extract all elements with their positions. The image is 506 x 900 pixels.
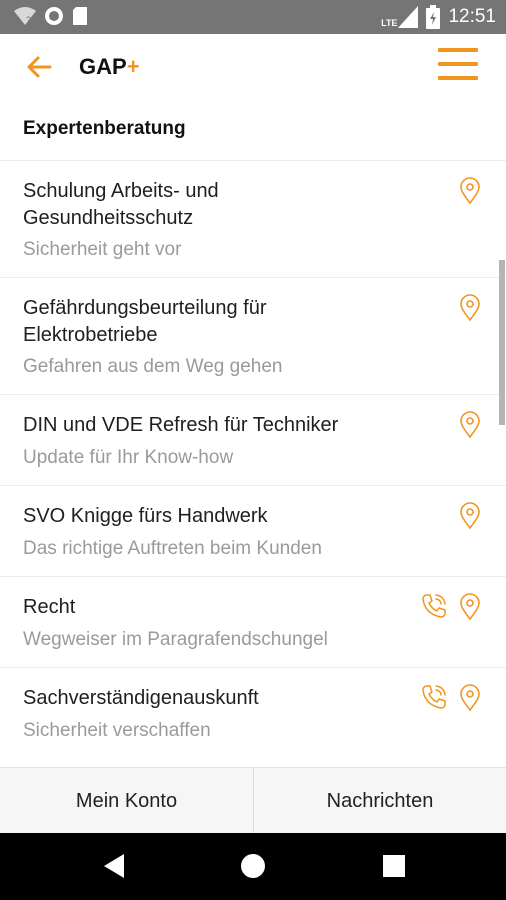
nav-home-icon[interactable]	[240, 853, 266, 879]
arrow-left-icon[interactable]	[22, 50, 56, 84]
system-nav-bar	[0, 833, 506, 900]
list-item[interactable]: DIN und VDE Refresh für Techniker Update…	[0, 394, 506, 486]
cell-signal-icon	[398, 6, 419, 28]
section-title: Expertenberatung	[23, 118, 186, 139]
item-title: Sachverständigenauskunft	[23, 687, 259, 709]
nav-recents-icon[interactable]	[383, 855, 405, 877]
location-pin-icon[interactable]	[459, 411, 481, 439]
bottom-bar: Mein Konto Nachrichten	[0, 767, 506, 834]
list-item[interactable]: Gefährdungsbeurteilung für Elektrobetrie…	[0, 277, 506, 395]
item-subtitle: Update für Ihr Know-how	[23, 447, 234, 468]
location-pin-icon[interactable]	[459, 684, 481, 712]
item-title: Recht	[23, 596, 76, 618]
location-pin-icon[interactable]	[459, 294, 481, 322]
list-item[interactable]: Sachverständigenauskunft Sicherheit vers…	[0, 667, 506, 759]
item-subtitle: Das richtige Auftreten beim Kunden	[23, 538, 322, 559]
hamburger-menu-icon[interactable]	[438, 48, 478, 84]
scrollbar[interactable]	[499, 260, 505, 425]
status-time: 12:51	[448, 6, 496, 27]
item-subtitle: Sicherheit geht vor	[23, 239, 182, 260]
messages-button[interactable]: Nachrichten	[254, 768, 506, 834]
location-pin-icon[interactable]	[459, 177, 481, 205]
phone-icon[interactable]	[420, 683, 448, 711]
nav-back-icon[interactable]	[102, 853, 126, 879]
status-bar: ? LTE 12:51	[0, 0, 506, 34]
item-title: SVO Knigge fürs Handwerk	[23, 505, 268, 527]
item-subtitle: Gefahren aus dem Weg gehen	[23, 356, 283, 377]
battery-icon	[426, 5, 441, 29]
item-title: Schulung Arbeits- und Gesundheitsschutz	[23, 180, 219, 229]
app-title: GAP+	[79, 54, 140, 80]
item-subtitle: Wegweiser im Paragrafendschungel	[23, 629, 328, 650]
list-item[interactable]: Schulung Arbeits- und Gesundheitsschutz …	[0, 160, 506, 278]
list-item[interactable]: Recht Wegweiser im Paragrafendschungel	[0, 576, 506, 668]
phone-icon[interactable]	[420, 592, 448, 620]
sync-icon	[45, 7, 63, 25]
item-title: Gefährdungsbeurteilung für Elektrobetrie…	[23, 297, 267, 346]
list-item[interactable]: SVO Knigge fürs Handwerk Das richtige Au…	[0, 485, 506, 577]
my-account-button[interactable]: Mein Konto	[0, 768, 253, 834]
location-pin-icon[interactable]	[459, 593, 481, 621]
app-title-plus: +	[126, 54, 140, 79]
network-type-label: LTE	[381, 18, 398, 28]
app-title-text: GAP	[79, 54, 127, 79]
item-subtitle: Sicherheit verschaffen	[23, 720, 211, 741]
wifi-icon: ?	[14, 7, 36, 25]
sd-card-icon	[73, 7, 87, 25]
app-bar: GAP+	[0, 34, 506, 100]
svg-text:?: ?	[26, 15, 31, 25]
item-title: DIN und VDE Refresh für Techniker	[23, 414, 339, 436]
location-pin-icon[interactable]	[459, 502, 481, 530]
